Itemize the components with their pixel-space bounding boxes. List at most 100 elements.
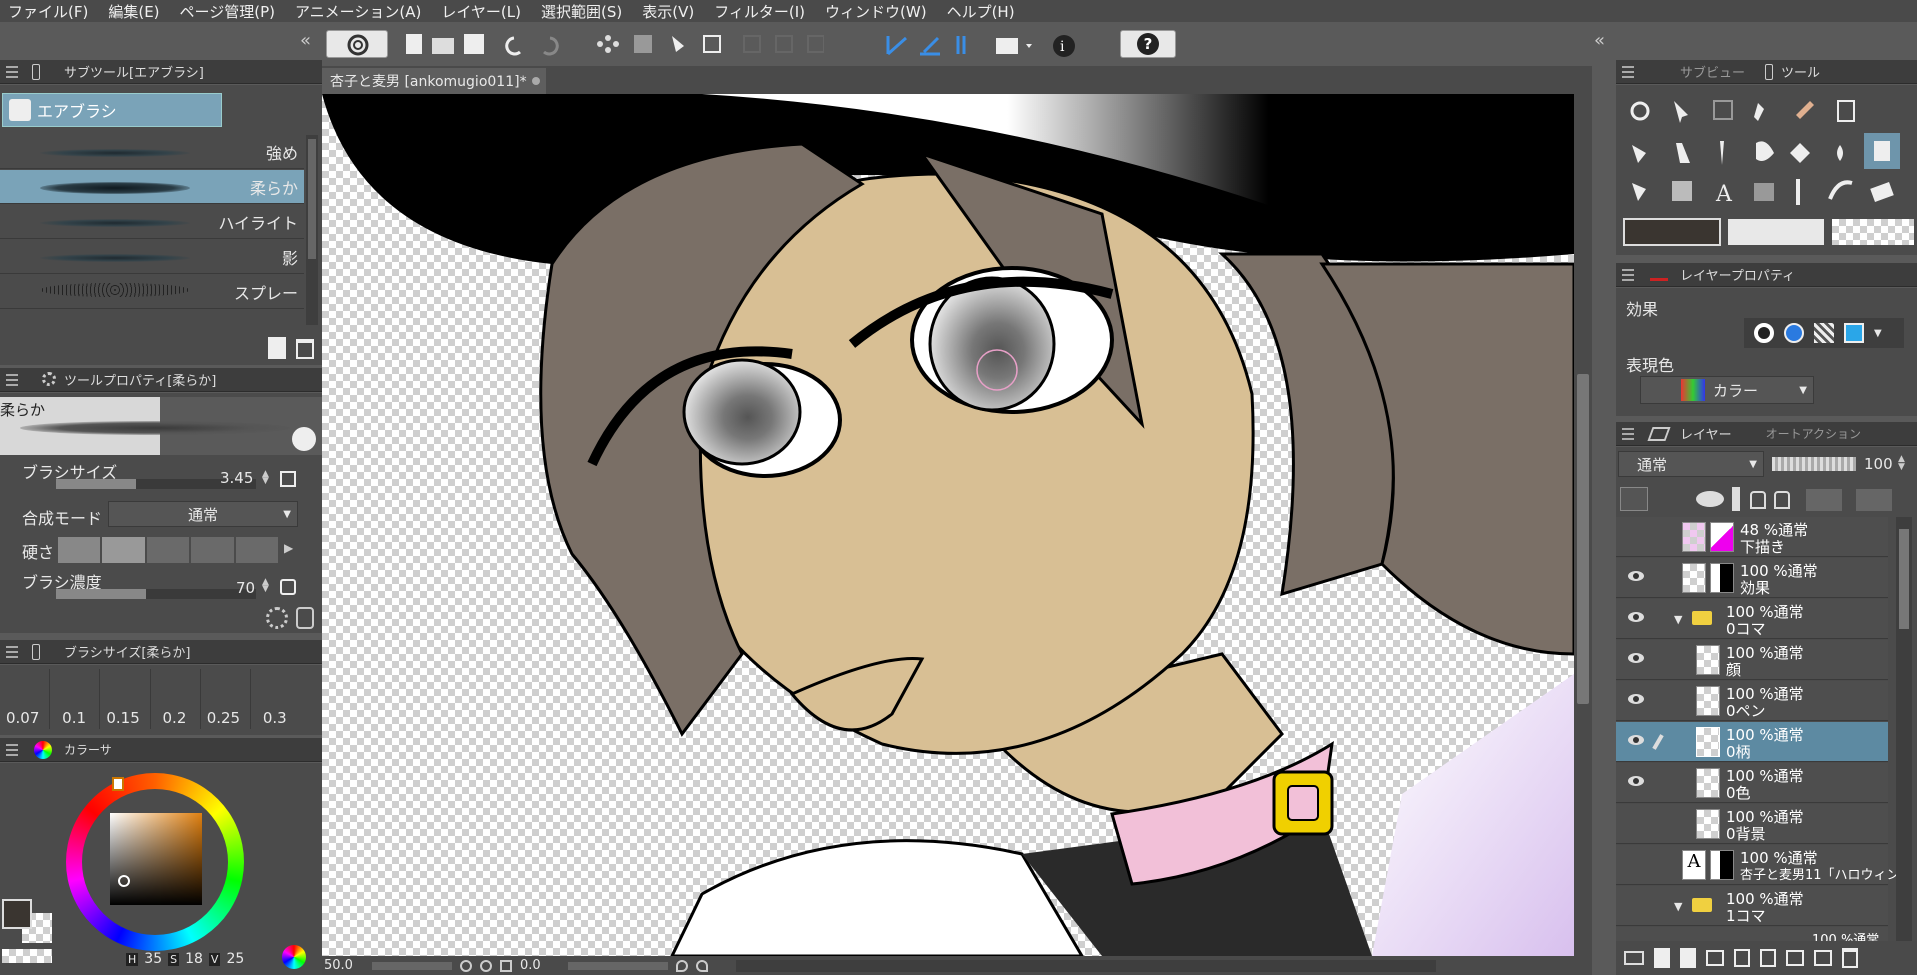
layer-row[interactable]: 100 %通常 0ペン [1616, 681, 1888, 721]
reference-icon[interactable] [1732, 487, 1740, 511]
fit-icon[interactable] [500, 959, 512, 972]
panel-menu-icon[interactable] [6, 646, 18, 658]
layer-row[interactable]: A 100 %通常 杏子と麦男11「ハロウィンだ [1616, 845, 1913, 885]
settings-icon[interactable] [266, 607, 288, 629]
canvas-hscrollbar[interactable] [736, 959, 1436, 972]
mask-icon[interactable] [1806, 489, 1842, 511]
size-preset[interactable]: 0.1 [50, 669, 101, 729]
brush-item[interactable]: スプレー [0, 275, 304, 309]
layer-row[interactable]: 100 %通常 顔 [1616, 640, 1888, 680]
brush-item[interactable]: 強め [0, 135, 304, 169]
zoom-slider[interactable] [372, 961, 452, 970]
visibility-eye-icon[interactable] [1628, 776, 1644, 786]
layer-row[interactable]: 100 %通常 0色 [1616, 763, 1888, 803]
effect-buttons[interactable]: ▼ [1744, 318, 1904, 348]
border-effect-icon[interactable] [1754, 323, 1774, 343]
tool-wrench-icon[interactable] [296, 607, 314, 629]
layer-row[interactable]: 100 %通常 0背景 [1616, 804, 1888, 844]
zoom-value[interactable]: 50.0 [324, 958, 364, 973]
layer-opacity-slider[interactable] [1772, 457, 1856, 471]
canvas-tab[interactable]: 杏子と麦男 [ankomugio011]* [322, 68, 546, 94]
brush-item[interactable]: ハイライト [0, 205, 304, 239]
panel-menu-icon[interactable] [1622, 66, 1634, 78]
subtool-group-button[interactable]: エアブラシ [2, 93, 222, 127]
folder-expand-icon[interactable]: ▼ [1674, 900, 1682, 913]
visibility-eye-icon[interactable] [1628, 653, 1644, 663]
layer-folder-row[interactable]: ▼ 100 %通常 0コマ [1616, 599, 1888, 639]
angle-value[interactable]: 0.0 [520, 958, 560, 973]
brush-item-selected[interactable]: 柔らか [0, 170, 304, 204]
panel-menu-icon[interactable] [1622, 428, 1634, 440]
menu-layer[interactable]: レイヤー(L) [441, 1, 521, 22]
blend-select[interactable]: 通常 ▼ [108, 501, 298, 527]
layer-color-icon[interactable] [1844, 323, 1864, 343]
hue-marker[interactable] [112, 777, 124, 791]
delete-layer-icon[interactable] [1842, 948, 1858, 968]
chevron-right-icon[interactable]: ▶ [284, 541, 293, 555]
lock-layer-icon[interactable] [1750, 491, 1766, 509]
layer-row-selected[interactable]: 100 %通常 0柄 [1616, 722, 1888, 762]
layer-stack-icon[interactable] [1624, 951, 1644, 965]
layer-row[interactable]: 100 %通常 効果 [1616, 558, 1888, 598]
tab-close-icon[interactable] [532, 77, 540, 85]
panel-menu-icon[interactable] [1622, 269, 1634, 281]
merge-down-icon[interactable] [1760, 949, 1776, 967]
layer-color-button[interactable] [1620, 487, 1648, 511]
delete-subtool-icon[interactable] [296, 339, 314, 359]
extract-line-icon[interactable] [1784, 323, 1804, 343]
tab-autoaction[interactable]: オートアクション [1766, 425, 1861, 442]
new-folder-icon[interactable] [1706, 950, 1724, 966]
tone-icon[interactable] [1814, 323, 1834, 343]
canvas-vscrollbar[interactable] [1574, 94, 1592, 956]
lock-icon[interactable] [280, 579, 296, 595]
rotate-slider[interactable] [568, 961, 668, 970]
logo-button[interactable] [326, 30, 388, 58]
sv-marker[interactable] [118, 875, 130, 887]
main-color-swatch[interactable] [2, 899, 32, 929]
transparent-swatch[interactable] [2, 949, 52, 963]
pressure-toggle[interactable] [280, 471, 296, 487]
mask-apply-icon[interactable] [1814, 950, 1832, 966]
menu-filter[interactable]: フィルター(I) [714, 1, 805, 22]
clip-icon[interactable] [1696, 491, 1724, 507]
color-mode-icon[interactable] [282, 945, 306, 969]
menu-edit[interactable]: 編集(E) [108, 1, 159, 22]
tab-tool[interactable]: ツール [1781, 62, 1820, 81]
menu-window[interactable]: ウィンドウ(W) [825, 1, 927, 22]
sv-square[interactable] [110, 813, 202, 905]
visibility-eye-icon[interactable] [1628, 612, 1644, 622]
panel-menu-icon[interactable] [6, 66, 18, 78]
collapse-right-button[interactable]: « [1594, 30, 1614, 51]
tab-subview[interactable]: サブビュー [1646, 62, 1745, 81]
hardness-selector[interactable] [58, 537, 279, 563]
chevron-down-icon[interactable]: ▼ [1874, 328, 1882, 339]
canvas[interactable] [322, 94, 1574, 956]
layer-opacity-stepper[interactable]: ▲ ▼ [1898, 455, 1905, 472]
layer-blend-select[interactable]: 通常 ▼ [1618, 451, 1764, 477]
layer-scrollbar[interactable] [1896, 517, 1912, 941]
size-preset[interactable]: 0.3 [251, 669, 300, 729]
rotate-right-icon[interactable] [696, 959, 708, 972]
menu-page[interactable]: ページ管理(P) [180, 1, 275, 22]
ruler-layer-icon[interactable] [1856, 489, 1892, 511]
new-vector-layer-icon[interactable] [1680, 948, 1696, 968]
layer-opacity-value[interactable]: 100 [1864, 455, 1893, 473]
visibility-eye-icon[interactable] [1628, 571, 1644, 581]
mask-add-icon[interactable] [1786, 950, 1804, 966]
zoom-out-icon[interactable] [460, 959, 472, 972]
expression-select[interactable]: カラー ▼ [1640, 376, 1814, 404]
wrench-icon[interactable] [292, 427, 316, 451]
new-raster-layer-icon[interactable] [1654, 948, 1670, 968]
size-preset[interactable]: 0.15 [100, 669, 151, 729]
panel-menu-icon[interactable] [6, 744, 18, 756]
transfer-down-icon[interactable] [1734, 949, 1750, 967]
size-stepper[interactable]: ▲ ▼ [262, 470, 270, 486]
visibility-eye-icon[interactable] [1628, 694, 1644, 704]
folder-expand-icon[interactable]: ▼ [1674, 613, 1682, 626]
help-button[interactable]: ? [1120, 30, 1176, 58]
menu-selection[interactable]: 選択範囲(S) [541, 1, 622, 22]
density-stepper[interactable]: ▲ ▼ [262, 578, 270, 594]
rotate-left-icon[interactable] [676, 959, 688, 972]
density-slider[interactable] [56, 589, 256, 599]
layer-row[interactable]: 100 %通常 [1616, 927, 1888, 941]
